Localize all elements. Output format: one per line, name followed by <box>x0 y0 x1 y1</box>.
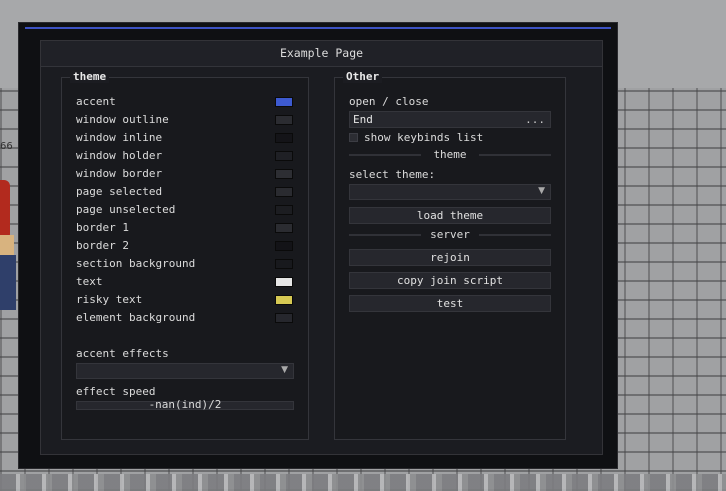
keybind-value: End <box>353 113 373 126</box>
select-theme-dropdown[interactable]: ▼ <box>349 184 551 200</box>
effect-speed-label: effect speed <box>76 385 156 398</box>
avatar-character <box>0 175 18 325</box>
theme-color-row: element background <box>76 310 294 326</box>
section-title-other: Other <box>343 70 383 83</box>
window-holder: Example Page theme accent window outline w… <box>40 40 603 455</box>
divider-theme: theme <box>349 149 551 161</box>
theme-color-label: section background <box>76 257 196 270</box>
color-picker-swatch[interactable] <box>275 205 293 215</box>
theme-color-row: page selected <box>76 184 294 200</box>
theme-color-row: window border <box>76 166 294 182</box>
rejoin-button[interactable]: rejoin <box>349 249 551 266</box>
theme-color-row: border 2 <box>76 238 294 254</box>
accent-effects-dropdown[interactable]: ▼ <box>76 363 294 379</box>
copy-join-script-button[interactable]: copy join script <box>349 272 551 289</box>
color-picker-swatch[interactable] <box>275 187 293 197</box>
theme-color-row: risky text <box>76 292 294 308</box>
section-other: Other open / close End ... show keybinds… <box>334 70 566 440</box>
color-picker-swatch[interactable] <box>275 241 293 251</box>
color-picker-swatch[interactable] <box>275 223 293 233</box>
color-picker-swatch[interactable] <box>275 115 293 125</box>
color-picker-swatch[interactable] <box>275 133 293 143</box>
theme-color-row: text <box>76 274 294 290</box>
tab-example-page[interactable]: Example Page <box>41 41 602 67</box>
theme-color-label: risky text <box>76 293 143 306</box>
theme-color-label: page unselected <box>76 203 176 216</box>
theme-color-label: page selected <box>76 185 163 198</box>
ui-window[interactable]: Example Page theme accent window outline w… <box>18 22 618 469</box>
color-picker-swatch[interactable] <box>275 169 293 179</box>
color-picker-swatch[interactable] <box>275 97 293 107</box>
theme-color-label: window border <box>76 167 163 180</box>
theme-color-label: border 2 <box>76 239 129 252</box>
theme-color-row: section background <box>76 256 294 272</box>
show-keybinds-label: show keybinds list <box>364 131 484 144</box>
effect-speed-slider[interactable]: -nan(ind)/2 <box>76 398 294 411</box>
select-theme-label: select theme: <box>349 168 436 181</box>
theme-color-row: window outline <box>76 112 294 128</box>
theme-color-label: border 1 <box>76 221 129 234</box>
divider-server: server <box>349 229 551 241</box>
backdrop-studs <box>0 474 726 491</box>
theme-color-label: window holder <box>76 149 163 162</box>
theme-color-row: border 1 <box>76 220 294 236</box>
keybind-more-icon[interactable]: ... <box>525 112 545 127</box>
test-button[interactable]: test <box>349 295 551 312</box>
theme-color-row: page unselected <box>76 202 294 218</box>
accent-effects-label: accent effects <box>76 347 169 360</box>
color-picker-swatch[interactable] <box>275 259 293 269</box>
color-picker-swatch[interactable] <box>275 151 293 161</box>
color-picker-swatch[interactable] <box>275 313 293 323</box>
color-picker-swatch[interactable] <box>275 277 293 287</box>
color-picker-swatch[interactable] <box>275 295 293 305</box>
section-theme: theme accent window outline window inline w… <box>61 70 309 440</box>
chevron-down-icon: ▼ <box>538 186 545 196</box>
player-nametag-fragment: 66 <box>0 141 13 152</box>
load-theme-button[interactable]: load theme <box>349 207 551 224</box>
keybind-box[interactable]: End ... <box>349 111 551 128</box>
theme-color-label: window outline <box>76 113 169 126</box>
theme-color-label: element background <box>76 311 196 324</box>
chevron-down-icon: ▼ <box>281 365 288 375</box>
show-keybinds-toggle[interactable]: show keybinds list <box>349 130 551 146</box>
show-keybinds-checkbox[interactable] <box>349 133 358 142</box>
open-close-label: open / close <box>349 95 429 108</box>
theme-color-label: accent <box>76 95 116 108</box>
section-title-theme: theme <box>70 70 110 83</box>
theme-color-label: window inline <box>76 131 163 144</box>
theme-color-label: text <box>76 275 103 288</box>
theme-color-row: window holder <box>76 148 294 164</box>
effect-speed-value: -nan(ind)/2 <box>148 398 222 411</box>
window-accent-line <box>25 27 611 29</box>
theme-color-row: window inline <box>76 130 294 146</box>
theme-color-row: accent <box>76 94 294 110</box>
